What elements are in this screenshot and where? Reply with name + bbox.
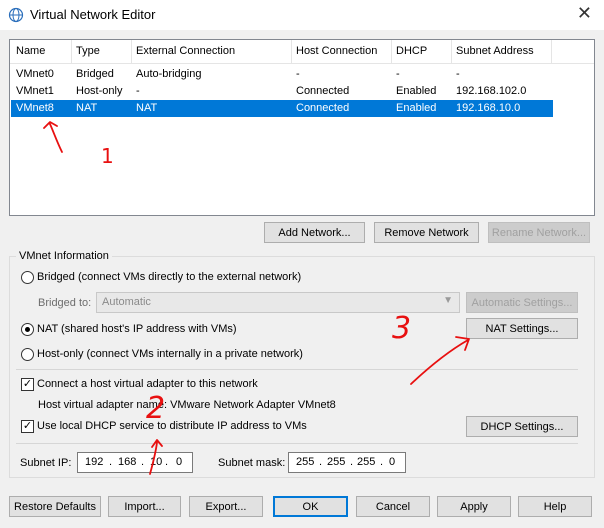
network-list[interactable]: Name Type External Connection Host Conne… — [9, 39, 595, 216]
remove-network-button[interactable]: Remove Network — [374, 222, 479, 243]
table-row[interactable]: VMnet1 Host-only - Connected Enabled 192… — [11, 83, 553, 100]
bridged-to-label: Bridged to: — [38, 297, 92, 309]
connect-adapter-checkbox[interactable]: ✓ — [21, 378, 34, 391]
automatic-settings-button[interactable]: Automatic Settings... — [466, 292, 578, 313]
divider — [16, 443, 578, 444]
row-type: Bridged — [76, 68, 114, 80]
bridged-radio[interactable] — [21, 271, 34, 284]
nat-label[interactable]: NAT (shared host's IP address with VMs) — [37, 323, 237, 335]
subnet-ip-label: Subnet IP: — [20, 457, 72, 469]
chevron-down-icon: ▼ — [443, 295, 453, 306]
row-external: Auto-bridging — [136, 68, 202, 80]
mask-octet: 255 — [357, 456, 376, 468]
row-type: NAT — [76, 102, 98, 114]
row-host: Connected — [296, 85, 350, 97]
apply-button[interactable]: Apply — [437, 496, 511, 517]
row-dhcp: Enabled — [396, 102, 437, 114]
ip-octet: 10 — [150, 456, 163, 468]
row-external: NAT — [136, 102, 158, 114]
ip-octet: 192 — [85, 456, 104, 468]
mask-octet: 0 — [389, 456, 396, 468]
nat-settings-button[interactable]: NAT Settings... — [466, 318, 578, 339]
subnet-mask-label: Subnet mask: — [218, 457, 286, 469]
add-network-button[interactable]: Add Network... — [264, 222, 365, 243]
column-header-external[interactable]: External Connection — [136, 45, 235, 59]
row-host: - — [296, 68, 300, 80]
bridged-label[interactable]: Bridged (connect VMs directly to the ext… — [37, 271, 301, 283]
row-name: VMnet0 — [16, 68, 54, 80]
row-dhcp: - — [396, 68, 400, 80]
column-header-host[interactable]: Host Connection — [296, 45, 377, 59]
row-name: VMnet8 — [16, 102, 54, 114]
row-type: Host-only — [76, 85, 123, 97]
subnet-ip-input[interactable]: 192 . 168 . 10 . 0 — [77, 452, 193, 473]
bridged-to-select[interactable]: Automatic ▼ — [96, 292, 460, 313]
vmnet-info-group — [9, 256, 595, 478]
column-header-subnet[interactable]: Subnet Address — [456, 45, 534, 59]
subnet-mask-input[interactable]: 255 . 255 . 255 . 0 — [288, 452, 406, 473]
list-header: Name Type External Connection Host Conne… — [10, 40, 594, 64]
mask-octet: 255 — [296, 456, 315, 468]
cancel-button[interactable]: Cancel — [356, 496, 430, 517]
row-name: VMnet1 — [16, 85, 54, 97]
dhcp-settings-button[interactable]: DHCP Settings... — [466, 416, 578, 437]
window-title: Virtual Network Editor — [30, 7, 156, 22]
title-bar: Virtual Network Editor ✕ — [0, 0, 604, 30]
row-host: Connected — [296, 102, 350, 114]
export-button[interactable]: Export... — [189, 496, 263, 517]
ip-octet: 0 — [176, 456, 183, 468]
mask-octet: 255 — [327, 456, 346, 468]
vmnet-info-title: VMnet Information — [16, 250, 112, 262]
bridged-to-value: Automatic — [102, 296, 151, 308]
table-row[interactable]: VMnet0 Bridged Auto-bridging - - - — [11, 66, 553, 83]
restore-defaults-button[interactable]: Restore Defaults — [9, 496, 101, 517]
dhcp-label[interactable]: Use local DHCP service to distribute IP … — [37, 420, 307, 432]
column-header-name[interactable]: Name — [16, 45, 45, 59]
ip-octet: 168 — [118, 456, 137, 468]
rename-network-button[interactable]: Rename Network... — [488, 222, 590, 243]
network-globe-icon — [8, 7, 24, 23]
close-icon[interactable]: ✕ — [577, 3, 592, 23]
row-subnet: 192.168.102.0 — [456, 85, 527, 97]
import-button[interactable]: Import... — [108, 496, 181, 517]
help-button[interactable]: Help — [518, 496, 592, 517]
hostonly-label[interactable]: Host-only (connect VMs internally in a p… — [37, 348, 303, 360]
row-external: - — [136, 85, 140, 97]
divider — [16, 369, 578, 370]
nat-radio[interactable] — [21, 323, 34, 336]
column-header-type[interactable]: Type — [76, 45, 100, 59]
connect-adapter-label[interactable]: Connect a host virtual adapter to this n… — [37, 378, 258, 390]
row-dhcp: Enabled — [396, 85, 437, 97]
adapter-name-label: Host virtual adapter name: VMware Networ… — [38, 399, 336, 411]
hostonly-radio[interactable] — [21, 348, 34, 361]
row-subnet: 192.168.10.0 — [456, 102, 521, 114]
table-row-selected[interactable]: VMnet8 NAT NAT Connected Enabled 192.168… — [11, 100, 553, 117]
ok-button[interactable]: OK — [273, 496, 348, 517]
column-header-dhcp[interactable]: DHCP — [396, 45, 427, 59]
row-subnet: - — [456, 68, 460, 80]
dhcp-checkbox[interactable]: ✓ — [21, 420, 34, 433]
